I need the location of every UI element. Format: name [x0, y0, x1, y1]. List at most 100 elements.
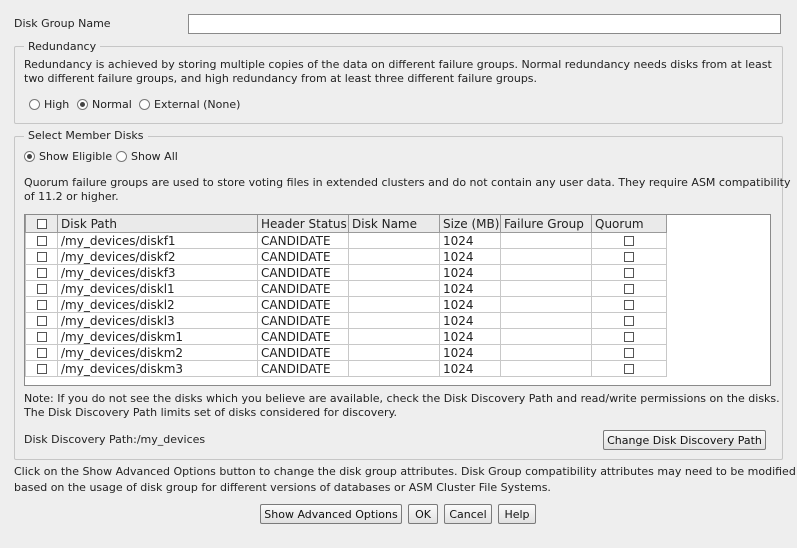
disk-path-cell: /my_devices/diskl2	[57, 296, 258, 313]
size-cell: 1024	[439, 344, 501, 361]
table-row[interactable]: /my_devices/diskl3 CANDIDATE 1024	[25, 312, 667, 329]
radio-normal-indicator	[77, 99, 88, 110]
disk-name-cell[interactable]	[348, 360, 440, 377]
disk-name-cell[interactable]	[348, 296, 440, 313]
table-row[interactable]: /my_devices/diskl1 CANDIDATE 1024	[25, 280, 667, 297]
ok-button[interactable]: OK	[408, 504, 438, 524]
member-disks-legend: Select Member Disks	[24, 129, 148, 142]
col-header-status[interactable]: Header Status	[257, 215, 349, 233]
failure-group-cell[interactable]	[500, 248, 592, 265]
row-select-checkbox[interactable]	[36, 348, 47, 358]
show-advanced-options-button[interactable]: Show Advanced Options	[260, 504, 402, 524]
discovery-path-label: Disk Discovery Path:/my_devices	[24, 433, 206, 446]
radio-external-indicator	[139, 99, 150, 110]
table-row[interactable]: /my_devices/diskl2 CANDIDATE 1024	[25, 296, 667, 313]
quorum-cell	[591, 248, 667, 265]
radio-show-eligible-label: Show Eligible	[39, 150, 113, 163]
radio-high-indicator	[29, 99, 40, 110]
header-status-cell: CANDIDATE	[257, 344, 349, 361]
quorum-cell	[591, 264, 667, 281]
failure-group-cell[interactable]	[500, 232, 592, 249]
header-status-cell: CANDIDATE	[257, 296, 349, 313]
col-disk-name[interactable]: Disk Name	[348, 215, 440, 233]
failure-group-cell[interactable]	[500, 264, 592, 281]
quorum-checkbox[interactable]	[624, 252, 634, 262]
failure-group-cell[interactable]	[500, 312, 592, 329]
failure-group-cell[interactable]	[500, 280, 592, 297]
header-status-cell: CANDIDATE	[257, 360, 349, 377]
row-select-checkbox[interactable]	[36, 252, 47, 262]
quorum-checkbox[interactable]	[624, 348, 634, 358]
cancel-button[interactable]: Cancel	[444, 504, 492, 524]
disk-name-cell[interactable]	[348, 312, 440, 329]
header-status-cell: CANDIDATE	[257, 312, 349, 329]
header-status-cell: CANDIDATE	[257, 280, 349, 297]
radio-normal[interactable]: Normal	[77, 98, 132, 111]
size-cell: 1024	[439, 328, 501, 345]
row-select-cell	[25, 264, 58, 281]
row-select-cell	[25, 280, 58, 297]
help-button[interactable]: Help	[498, 504, 536, 524]
table-row[interactable]: /my_devices/diskm2 CANDIDATE 1024	[25, 344, 667, 361]
quorum-checkbox[interactable]	[624, 268, 634, 278]
table-row[interactable]: /my_devices/diskm1 CANDIDATE 1024	[25, 328, 667, 345]
disk-path-cell: /my_devices/diskm1	[57, 328, 258, 345]
radio-show-eligible-indicator	[24, 151, 35, 162]
table-row[interactable]: /my_devices/diskf3 CANDIDATE 1024	[25, 264, 667, 281]
disk-name-cell[interactable]	[348, 232, 440, 249]
row-select-checkbox[interactable]	[36, 316, 47, 326]
row-select-checkbox[interactable]	[36, 332, 47, 342]
disks-table: Disk Path Header Status Disk Name Size (…	[25, 215, 667, 377]
failure-group-cell[interactable]	[500, 296, 592, 313]
col-size[interactable]: Size (MB)	[439, 215, 501, 233]
select-all-checkbox[interactable]	[36, 219, 47, 229]
radio-show-all[interactable]: Show All	[116, 150, 178, 163]
row-select-checkbox[interactable]	[36, 268, 47, 278]
row-select-checkbox[interactable]	[36, 284, 47, 294]
size-cell: 1024	[439, 232, 501, 249]
row-select-cell	[25, 248, 58, 265]
disk-group-name-input[interactable]	[188, 14, 781, 34]
row-select-cell	[25, 344, 58, 361]
col-disk-path[interactable]: Disk Path	[57, 215, 258, 233]
redundancy-legend: Redundancy	[24, 40, 101, 53]
quorum-note-line2: of 11.2 or higher.	[24, 190, 119, 203]
disk-path-cell: /my_devices/diskf2	[57, 248, 258, 265]
quorum-checkbox[interactable]	[624, 316, 634, 326]
disk-name-cell[interactable]	[348, 328, 440, 345]
radio-high[interactable]: High	[29, 98, 69, 111]
quorum-checkbox[interactable]	[624, 236, 634, 246]
table-row[interactable]: /my_devices/diskf2 CANDIDATE 1024	[25, 248, 667, 265]
size-cell: 1024	[439, 248, 501, 265]
failure-group-cell[interactable]	[500, 328, 592, 345]
quorum-checkbox[interactable]	[624, 332, 634, 342]
radio-external[interactable]: External (None)	[139, 98, 240, 111]
failure-group-cell[interactable]	[500, 360, 592, 377]
disk-name-cell[interactable]	[348, 248, 440, 265]
disk-path-cell: /my_devices/diskf1	[57, 232, 258, 249]
size-cell: 1024	[439, 264, 501, 281]
radio-show-eligible[interactable]: Show Eligible	[24, 150, 112, 163]
row-select-checkbox[interactable]	[36, 300, 47, 310]
quorum-checkbox[interactable]	[624, 364, 634, 374]
row-select-checkbox[interactable]	[36, 364, 47, 374]
row-select-cell	[25, 360, 58, 377]
disks-table-container: Disk Path Header Status Disk Name Size (…	[24, 214, 771, 386]
row-select-checkbox[interactable]	[36, 236, 47, 246]
size-cell: 1024	[439, 312, 501, 329]
disk-name-cell[interactable]	[348, 264, 440, 281]
col-failure-group[interactable]: Failure Group	[500, 215, 592, 233]
table-row[interactable]: /my_devices/diskm3 CANDIDATE 1024	[25, 360, 667, 377]
discovery-note-line1: Note: If you do not see the disks which …	[24, 392, 780, 405]
quorum-checkbox[interactable]	[624, 284, 634, 294]
advanced-note-line2: based on the usage of disk group for dif…	[14, 481, 551, 494]
col-quorum[interactable]: Quorum	[591, 215, 667, 233]
disk-name-cell[interactable]	[348, 280, 440, 297]
redundancy-description-line1: Redundancy is achieved by storing multip…	[24, 58, 772, 71]
quorum-checkbox[interactable]	[624, 300, 634, 310]
table-row[interactable]: /my_devices/diskf1 CANDIDATE 1024	[25, 232, 667, 249]
disk-name-cell[interactable]	[348, 344, 440, 361]
failure-group-cell[interactable]	[500, 344, 592, 361]
quorum-cell	[591, 232, 667, 249]
change-discovery-path-button[interactable]: Change Disk Discovery Path	[603, 430, 766, 450]
